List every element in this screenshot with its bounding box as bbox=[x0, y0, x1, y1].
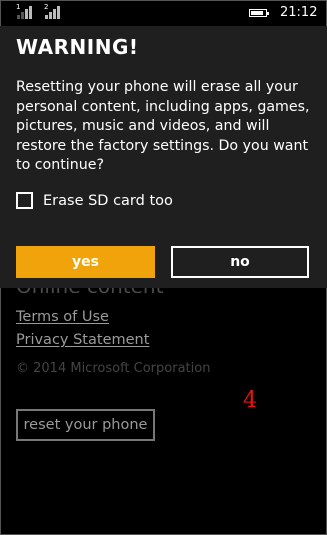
erase-sd-card-label: Erase SD card too bbox=[43, 192, 173, 209]
erase-sd-card-option[interactable]: Erase SD card too bbox=[16, 192, 173, 209]
warning-dialog: WARNING! Resetting your phone will erase… bbox=[0, 26, 327, 288]
dialog-title: WARNING! bbox=[16, 35, 139, 59]
clock: 21:12 bbox=[280, 5, 318, 20]
signal-sim2-icon: 2 bbox=[44, 3, 60, 19]
copyright-text: © 2014 Microsoft Corporation bbox=[16, 361, 211, 376]
erase-sd-card-checkbox[interactable] bbox=[16, 192, 33, 209]
reset-phone-button[interactable]: reset your phone bbox=[16, 409, 155, 441]
status-bar: 1 2 21:12 bbox=[0, 0, 327, 26]
yes-button[interactable]: yes bbox=[16, 246, 155, 278]
sim2-number: 2 bbox=[44, 3, 49, 11]
step-annotation: 4 bbox=[243, 388, 257, 413]
terms-of-use-link[interactable]: Terms of Use bbox=[16, 309, 109, 325]
battery-icon bbox=[249, 9, 269, 17]
privacy-statement-link[interactable]: Privacy Statement bbox=[16, 332, 149, 348]
no-button[interactable]: no bbox=[171, 246, 309, 278]
sim1-number: 1 bbox=[16, 3, 21, 11]
signal-sim1-icon: 1 bbox=[16, 3, 32, 19]
dialog-message: Resetting your phone will erase all your… bbox=[16, 79, 310, 173]
